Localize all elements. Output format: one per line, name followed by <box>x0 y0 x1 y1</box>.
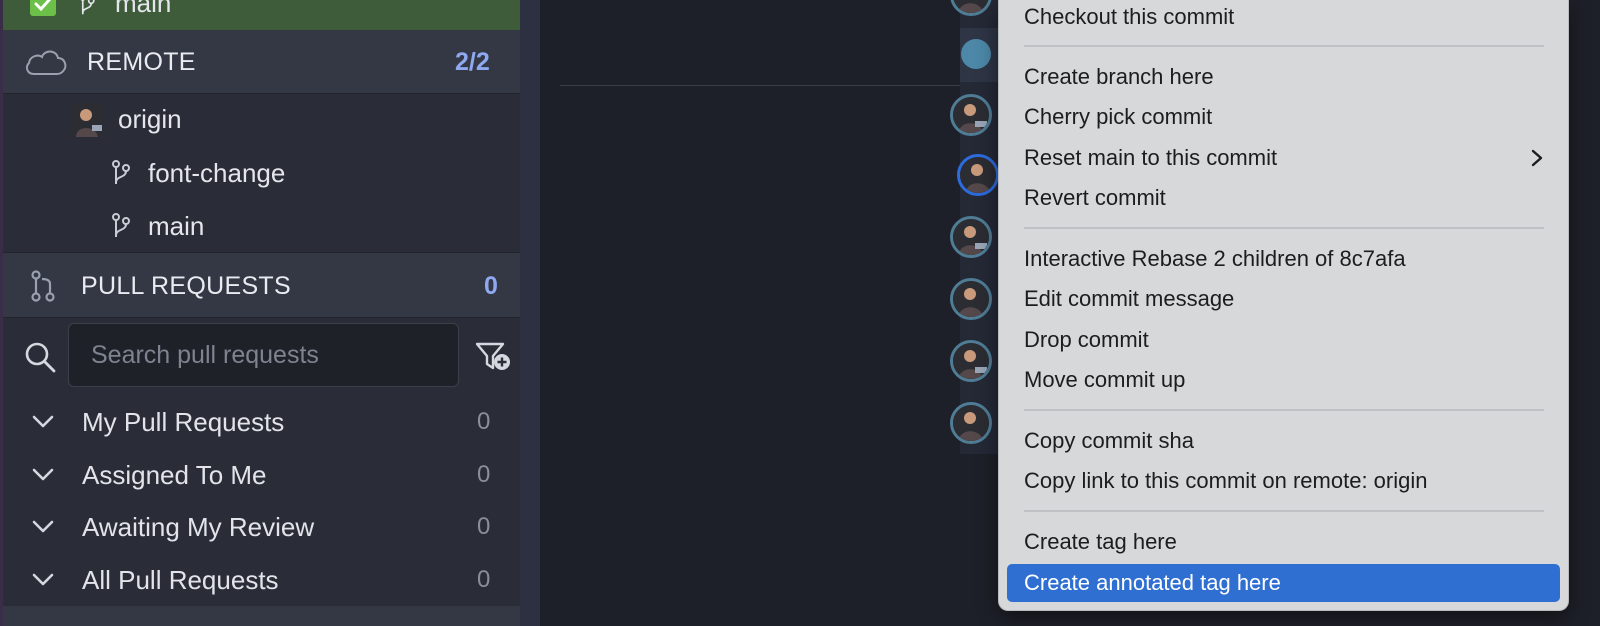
remote-branch-label: main <box>148 211 205 241</box>
menu-item-reset[interactable]: Reset main to this commit <box>1007 141 1560 175</box>
filter-add-icon[interactable] <box>475 340 513 374</box>
commit-graph[interactable] <box>540 0 1000 626</box>
pull-requests-section-header[interactable]: PULL REQUESTS 0 <box>3 252 520 318</box>
remote-branch-item[interactable]: font-change <box>3 146 520 199</box>
chevron-down-icon <box>32 520 54 533</box>
menu-item-revert-commit[interactable]: Revert commit <box>1007 181 1560 215</box>
pull-requests-count: 0 <box>484 272 498 300</box>
pull-request-icon <box>31 270 55 302</box>
pr-group-label: Assigned To Me <box>82 460 267 490</box>
left-sidebar: main REMOTE 2/2 origin font-change main … <box>0 0 520 626</box>
sidebar-footer <box>3 606 520 626</box>
commit-avatar-node[interactable] <box>950 402 992 444</box>
pr-group-count: 0 <box>477 408 491 435</box>
menu-item-move-commit-up[interactable]: Move commit up <box>1007 363 1560 397</box>
chevron-down-icon <box>32 468 54 481</box>
branch-icon <box>112 213 130 237</box>
commit-avatar-node[interactable] <box>950 278 992 320</box>
pr-group-label: Awaiting My Review <box>82 512 315 542</box>
remote-origin[interactable]: origin <box>3 94 520 146</box>
menu-item-cherry-pick[interactable]: Cherry pick commit <box>1007 100 1560 134</box>
remote-section-header[interactable]: REMOTE 2/2 <box>3 30 520 94</box>
menu-item-edit-commit-message[interactable]: Edit commit message <box>1007 282 1560 316</box>
commit-avatar-node[interactable] <box>950 340 992 382</box>
commit-avatar-node[interactable] <box>957 154 999 196</box>
search-pull-requests-input[interactable] <box>69 324 458 386</box>
avatar <box>70 103 104 137</box>
pr-group-count: 0 <box>477 566 491 593</box>
pr-group-item[interactable]: All Pull Requests 0 <box>3 553 520 606</box>
menu-item-checkout-commit[interactable]: Checkout this commit <box>1007 0 1560 34</box>
menu-separator <box>1024 45 1544 47</box>
pr-group-item[interactable]: Awaiting My Review 0 <box>3 500 520 553</box>
commit-avatar-node[interactable] <box>950 94 992 136</box>
commit-dot-node[interactable] <box>961 39 991 69</box>
pr-group-item[interactable]: My Pull Requests 0 <box>3 395 520 448</box>
menu-item-copy-commit-sha[interactable]: Copy commit sha <box>1007 424 1560 458</box>
local-branch-label: main <box>115 0 172 18</box>
cloud-icon <box>25 50 67 75</box>
commit-avatar-node[interactable] <box>950 216 992 258</box>
menu-item-create-tag[interactable]: Create tag here <box>1007 525 1560 559</box>
menu-separator <box>1024 227 1544 229</box>
pr-group-label: All Pull Requests <box>82 565 279 595</box>
pull-requests-label: PULL REQUESTS <box>81 272 291 300</box>
remote-branch-label: font-change <box>148 158 286 188</box>
menu-separator <box>1024 510 1544 512</box>
pr-group-item[interactable]: Assigned To Me 0 <box>3 448 520 501</box>
chevron-down-icon <box>32 573 54 586</box>
search-box <box>68 323 459 387</box>
sidebar-resize-handle[interactable] <box>520 0 540 626</box>
check-icon[interactable] <box>29 0 57 18</box>
menu-item-reset-label: Reset main to this commit <box>1024 145 1278 170</box>
chevron-right-icon <box>1531 149 1543 167</box>
menu-item-interactive-rebase[interactable]: Interactive Rebase 2 children of 8c7afa <box>1007 242 1560 276</box>
menu-item-copy-commit-link[interactable]: Copy link to this commit on remote: orig… <box>1007 464 1560 498</box>
menu-item-create-annotated-tag[interactable]: Create annotated tag here <box>1007 564 1560 602</box>
menu-item-create-branch[interactable]: Create branch here <box>1007 60 1560 94</box>
branch-icon <box>112 160 130 184</box>
search-icon <box>25 342 56 373</box>
pr-group-count: 0 <box>477 461 491 488</box>
commit-context-menu: Checkout this commit Create branch here … <box>998 0 1569 611</box>
origin-label: origin <box>118 104 182 134</box>
local-branch-main[interactable]: main <box>3 0 520 30</box>
pr-group-count: 0 <box>477 513 491 540</box>
chevron-down-icon <box>32 415 54 428</box>
remote-section-label: REMOTE <box>87 48 196 76</box>
pr-group-label: My Pull Requests <box>82 407 285 437</box>
remote-count-badge: 2/2 <box>455 48 490 76</box>
remote-branch-item[interactable]: main <box>3 199 520 252</box>
menu-item-drop-commit[interactable]: Drop commit <box>1007 323 1560 357</box>
branch-icon <box>80 0 95 15</box>
graph-divider <box>560 85 1000 86</box>
menu-separator <box>1024 409 1544 411</box>
